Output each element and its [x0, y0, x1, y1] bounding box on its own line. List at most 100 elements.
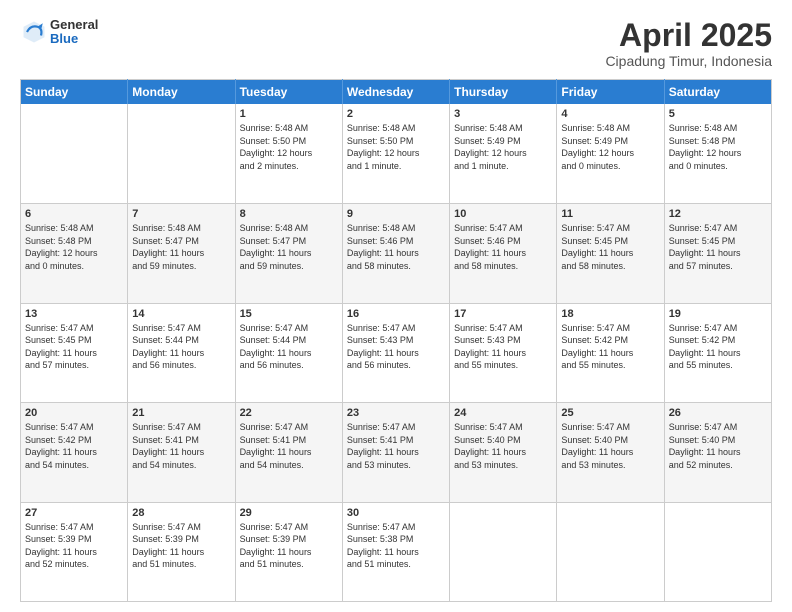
day-number: 26 [669, 407, 767, 419]
subtitle: Cipadung Timur, Indonesia [605, 53, 772, 69]
day-info: Sunrise: 5:47 AM Sunset: 5:45 PM Dayligh… [25, 322, 123, 372]
calendar-cell: 13 Sunrise: 5:47 AM Sunset: 5:45 PM Dayli… [21, 303, 128, 402]
day-number: 10 [454, 208, 552, 220]
day-number: 6 [25, 208, 123, 220]
day-info: Sunrise: 5:47 AM Sunset: 5:41 PM Dayligh… [240, 421, 338, 471]
day-number: 27 [25, 507, 123, 519]
calendar-cell [21, 104, 128, 203]
calendar-cell: 28 Sunrise: 5:47 AM Sunset: 5:39 PM Dayli… [128, 502, 235, 602]
day-number: 28 [132, 507, 230, 519]
day-number: 11 [561, 208, 659, 220]
day-info: Sunrise: 5:48 AM Sunset: 5:50 PM Dayligh… [240, 122, 338, 172]
main-title: April 2025 [605, 18, 772, 53]
day-number: 12 [669, 208, 767, 220]
calendar-cell: 24 Sunrise: 5:47 AM Sunset: 5:40 PM Dayli… [450, 403, 557, 502]
day-number: 3 [454, 108, 552, 120]
calendar-cell: 30 Sunrise: 5:47 AM Sunset: 5:38 PM Dayli… [342, 502, 449, 602]
weekday-header: Sunday [21, 80, 128, 105]
calendar-cell: 25 Sunrise: 5:47 AM Sunset: 5:40 PM Dayli… [557, 403, 664, 502]
day-number: 23 [347, 407, 445, 419]
day-number: 22 [240, 407, 338, 419]
day-info: Sunrise: 5:48 AM Sunset: 5:46 PM Dayligh… [347, 222, 445, 272]
calendar-cell: 26 Sunrise: 5:47 AM Sunset: 5:40 PM Dayli… [664, 403, 771, 502]
weekday-header: Monday [128, 80, 235, 105]
calendar-cell: 21Sunrise: 5:47 AM Sunset: 5:41 PM Dayli… [128, 403, 235, 502]
calendar-cell: 16 Sunrise: 5:47 AM Sunset: 5:43 PM Dayli… [342, 303, 449, 402]
title-block: April 2025 Cipadung Timur, Indonesia [605, 18, 772, 69]
day-info: Sunrise: 5:48 AM Sunset: 5:47 PM Dayligh… [240, 222, 338, 272]
day-number: 16 [347, 308, 445, 320]
day-info: Sunrise: 5:48 AM Sunset: 5:48 PM Dayligh… [669, 122, 767, 172]
calendar-cell: 7 Sunrise: 5:48 AM Sunset: 5:47 PM Daylig… [128, 204, 235, 303]
weekday-header: Saturday [664, 80, 771, 105]
day-number: 7 [132, 208, 230, 220]
logo-text: General Blue [50, 18, 98, 47]
day-number: 2 [347, 108, 445, 120]
logo: General Blue [20, 18, 98, 47]
logo-blue: Blue [50, 32, 98, 46]
day-info: Sunrise: 5:48 AM Sunset: 5:49 PM Dayligh… [561, 122, 659, 172]
day-number: 25 [561, 407, 659, 419]
calendar-table: SundayMondayTuesdayWednesdayThursdayFrid… [20, 79, 772, 602]
day-info: Sunrise: 5:47 AM Sunset: 5:42 PM Dayligh… [561, 322, 659, 372]
day-info: Sunrise: 5:48 AM Sunset: 5:50 PM Dayligh… [347, 122, 445, 172]
day-number: 19 [669, 308, 767, 320]
calendar-cell: 6Sunrise: 5:48 AM Sunset: 5:48 PM Daylig… [21, 204, 128, 303]
day-number: 1 [240, 108, 338, 120]
day-number: 4 [561, 108, 659, 120]
day-number: 24 [454, 407, 552, 419]
day-number: 17 [454, 308, 552, 320]
day-info: Sunrise: 5:47 AM Sunset: 5:45 PM Dayligh… [561, 222, 659, 272]
calendar-row: 27 Sunrise: 5:47 AM Sunset: 5:39 PM Dayli… [21, 502, 772, 602]
day-info: Sunrise: 5:47 AM Sunset: 5:39 PM Dayligh… [132, 521, 230, 571]
day-number: 29 [240, 507, 338, 519]
calendar-body: 1 Sunrise: 5:48 AM Sunset: 5:50 PM Daylig… [21, 104, 772, 601]
day-number: 13 [25, 308, 123, 320]
calendar-cell [664, 502, 771, 602]
calendar-cell [128, 104, 235, 203]
calendar-cell: 11 Sunrise: 5:47 AM Sunset: 5:45 PM Dayli… [557, 204, 664, 303]
calendar-cell: 8 Sunrise: 5:48 AM Sunset: 5:47 PM Daylig… [235, 204, 342, 303]
day-info: Sunrise: 5:47 AM Sunset: 5:40 PM Dayligh… [454, 421, 552, 471]
calendar-cell: 3Sunrise: 5:48 AM Sunset: 5:49 PM Daylig… [450, 104, 557, 203]
day-info: Sunrise: 5:47 AM Sunset: 5:43 PM Dayligh… [347, 322, 445, 372]
calendar-cell: 19Sunrise: 5:47 AM Sunset: 5:42 PM Dayli… [664, 303, 771, 402]
day-info: Sunrise: 5:47 AM Sunset: 5:38 PM Dayligh… [347, 521, 445, 571]
calendar-cell: 18Sunrise: 5:47 AM Sunset: 5:42 PM Dayli… [557, 303, 664, 402]
calendar-cell [557, 502, 664, 602]
calendar-row: 1 Sunrise: 5:48 AM Sunset: 5:50 PM Daylig… [21, 104, 772, 203]
weekday-header: Friday [557, 80, 664, 105]
day-info: Sunrise: 5:48 AM Sunset: 5:47 PM Dayligh… [132, 222, 230, 272]
day-info: Sunrise: 5:47 AM Sunset: 5:45 PM Dayligh… [669, 222, 767, 272]
weekday-header: Tuesday [235, 80, 342, 105]
calendar-cell: 12 Sunrise: 5:47 AM Sunset: 5:45 PM Dayli… [664, 204, 771, 303]
calendar-row: 6Sunrise: 5:48 AM Sunset: 5:48 PM Daylig… [21, 204, 772, 303]
day-number: 30 [347, 507, 445, 519]
calendar-cell: 10 Sunrise: 5:47 AM Sunset: 5:46 PM Dayli… [450, 204, 557, 303]
calendar-row: 20Sunrise: 5:47 AM Sunset: 5:42 PM Dayli… [21, 403, 772, 502]
day-number: 14 [132, 308, 230, 320]
calendar-cell: 17 Sunrise: 5:47 AM Sunset: 5:43 PM Dayli… [450, 303, 557, 402]
day-info: Sunrise: 5:47 AM Sunset: 5:40 PM Dayligh… [669, 421, 767, 471]
calendar-cell: 20Sunrise: 5:47 AM Sunset: 5:42 PM Dayli… [21, 403, 128, 502]
day-info: Sunrise: 5:47 AM Sunset: 5:44 PM Dayligh… [132, 322, 230, 372]
day-number: 20 [25, 407, 123, 419]
day-number: 5 [669, 108, 767, 120]
calendar-cell: 27 Sunrise: 5:47 AM Sunset: 5:39 PM Dayli… [21, 502, 128, 602]
day-info: Sunrise: 5:47 AM Sunset: 5:39 PM Dayligh… [240, 521, 338, 571]
calendar-cell: 4 Sunrise: 5:48 AM Sunset: 5:49 PM Daylig… [557, 104, 664, 203]
calendar-cell: 2 Sunrise: 5:48 AM Sunset: 5:50 PM Daylig… [342, 104, 449, 203]
day-number: 15 [240, 308, 338, 320]
calendar-cell: 15Sunrise: 5:47 AM Sunset: 5:44 PM Dayli… [235, 303, 342, 402]
calendar-cell: 1 Sunrise: 5:48 AM Sunset: 5:50 PM Daylig… [235, 104, 342, 203]
day-info: Sunrise: 5:47 AM Sunset: 5:43 PM Dayligh… [454, 322, 552, 372]
day-number: 8 [240, 208, 338, 220]
day-info: Sunrise: 5:47 AM Sunset: 5:39 PM Dayligh… [25, 521, 123, 571]
logo-icon [20, 18, 48, 46]
day-info: Sunrise: 5:47 AM Sunset: 5:40 PM Dayligh… [561, 421, 659, 471]
calendar-cell: 22 Sunrise: 5:47 AM Sunset: 5:41 PM Dayli… [235, 403, 342, 502]
logo-general: General [50, 18, 98, 32]
day-number: 9 [347, 208, 445, 220]
day-info: Sunrise: 5:47 AM Sunset: 5:46 PM Dayligh… [454, 222, 552, 272]
day-number: 21 [132, 407, 230, 419]
